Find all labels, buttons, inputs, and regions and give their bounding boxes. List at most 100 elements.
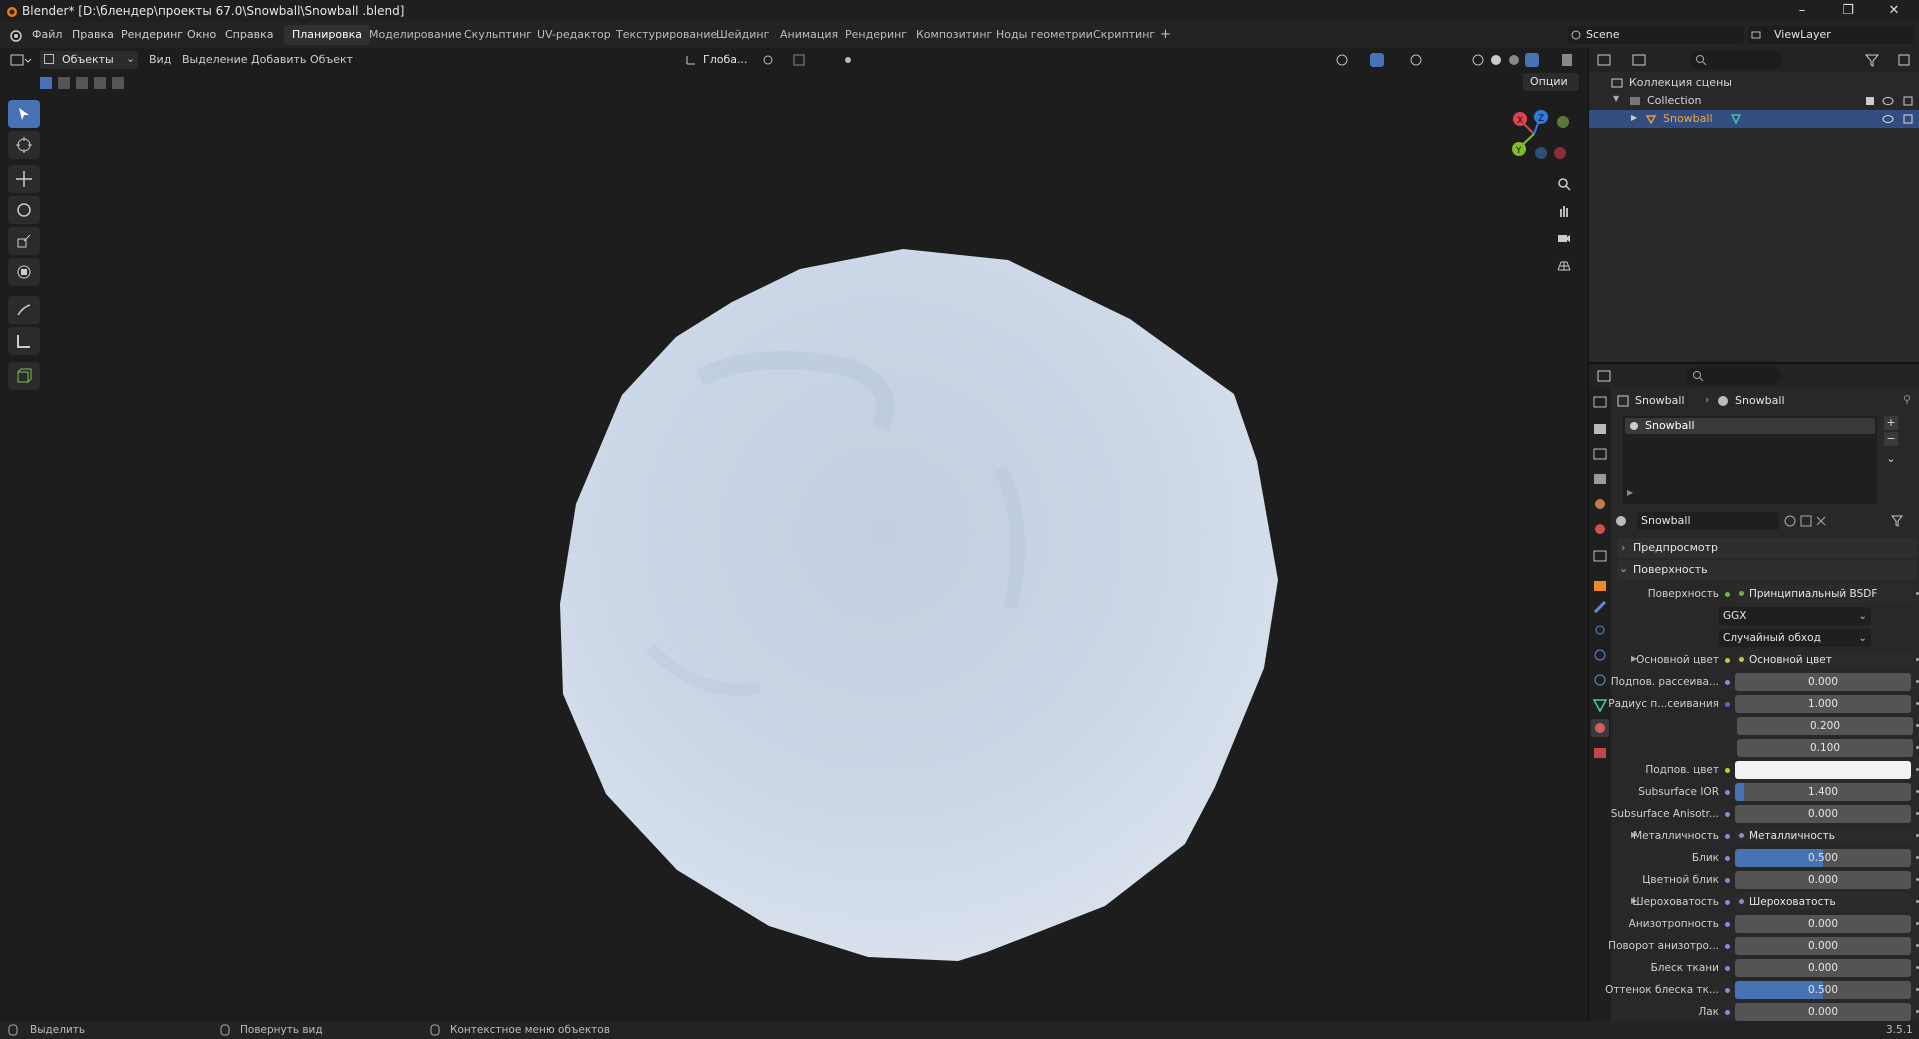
property-number-field[interactable]: 0.500 [1735,849,1911,867]
property-link-field[interactable]: Основной цвет [1735,651,1911,669]
menu-add[interactable]: Добавить [251,51,306,69]
snowball-object[interactable] [0,48,1588,1021]
tab-geometry-nodes[interactable]: Ноды геометрии [988,25,1101,45]
options-dropdown[interactable]: Опции [1523,73,1579,91]
property-number-field[interactable]: 0.000 [1735,1003,1911,1021]
visibility-icons[interactable] [1882,113,1914,125]
remove-slot-button[interactable]: − [1884,432,1898,446]
chevron-down-icon[interactable]: ⌄ [1884,452,1898,466]
section-preview[interactable]: › Предпросмотр [1617,538,1917,558]
socket-icon[interactable] [1725,812,1730,817]
tab-rendering[interactable]: Рендеринг [837,25,915,45]
outliner-row-scene[interactable]: Коллекция сцены [1589,74,1919,92]
properties-search-input[interactable] [1686,367,1782,385]
editor-type-icon[interactable] [10,53,32,67]
socket-icon[interactable] [1725,658,1730,663]
view-layer-selector[interactable]: ViewLayer [1748,26,1914,44]
properties-type-icon[interactable] [1597,369,1619,383]
menu-file[interactable]: Файл [32,22,62,48]
socket-icon[interactable] [1725,988,1730,993]
outliner-row-collection[interactable]: ▼ Collection [1589,92,1919,110]
property-number-field[interactable]: 0.000 [1735,871,1911,889]
3d-viewport[interactable] [0,48,1588,1021]
mode-selector[interactable]: Объекты ⌄ [40,51,138,69]
section-surface[interactable]: ⌄ Поверхность [1617,560,1917,580]
add-slot-button[interactable]: + [1884,416,1898,430]
grid-perspective-icon[interactable] [1552,253,1576,277]
property-number-field[interactable]: 0.000 [1735,959,1911,977]
outliner-type-icon[interactable] [1597,53,1651,67]
transform-tool[interactable] [8,258,40,286]
socket-icon[interactable] [1725,878,1730,883]
property-number-field[interactable]: 0.000 [1735,937,1911,955]
tab-sculpting[interactable]: Скульптинг [456,25,540,45]
socket-icon[interactable] [1725,680,1730,685]
property-dropdown[interactable]: Случайный обход ⌄ [1719,629,1871,647]
property-number-field[interactable]: 0.500 [1735,981,1911,999]
expand-arrow-icon[interactable]: ▶ [1631,113,1637,122]
move-tool[interactable] [8,165,40,193]
socket-icon[interactable] [1725,702,1730,707]
menu-help[interactable]: Справка [225,22,273,48]
output-tab-icon[interactable] [1593,448,1607,460]
material-name-field[interactable]: Snowball [1637,512,1779,530]
viewport-overlay-icons[interactable] [1334,52,1574,68]
color-swatch[interactable] [1735,761,1911,779]
blender-menu-icon[interactable] [8,28,23,42]
expand-arrow-icon[interactable]: ▼ [1613,94,1619,103]
render-tab-icon[interactable] [1594,424,1606,434]
menu-view[interactable]: Вид [149,51,171,69]
world-tab-icon[interactable] [1595,524,1605,534]
socket-icon[interactable] [1725,768,1730,773]
view-layer-tab-icon[interactable] [1594,474,1606,484]
socket-icon[interactable] [1725,856,1730,861]
pin-icon[interactable]: ⚲ [1903,393,1911,406]
property-number-field[interactable]: 0.000 [1735,915,1911,933]
outliner-row-snowball[interactable]: ▶ Snowball [1589,110,1919,128]
property-number-field[interactable]: 0.100 [1737,739,1913,757]
menu-render[interactable]: Рендеринг [121,22,183,48]
property-number-field[interactable]: 1.400 [1735,783,1911,801]
socket-icon[interactable] [1725,1010,1730,1015]
property-dropdown[interactable]: GGX ⌄ [1719,607,1871,625]
expand-arrow-icon[interactable]: ▶ [1627,488,1633,497]
property-number-field[interactable]: 0.000 [1735,673,1911,691]
collection-tab-icon[interactable] [1593,550,1607,562]
material-slot-list[interactable]: Snowball ▶ [1623,416,1877,504]
socket-icon[interactable] [1725,966,1730,971]
menu-edit[interactable]: Правка [72,22,114,48]
rotate-tool[interactable] [8,196,40,224]
tab-shading[interactable]: Шейдинг [708,25,777,45]
property-link-field[interactable]: Принципиальный BSDF [1735,585,1911,603]
socket-icon[interactable] [1725,944,1730,949]
tab-animation[interactable]: Анимация [772,25,846,45]
add-workspace-button[interactable]: + [1152,25,1179,45]
socket-icon[interactable] [1725,834,1730,839]
measure-tool[interactable] [8,327,40,355]
navigation-gizmo[interactable]: X Z Y [1508,106,1572,164]
maximize-button[interactable]: ❐ [1825,0,1871,22]
menu-select[interactable]: Выделение [182,51,248,69]
annotate-tool[interactable] [8,296,40,324]
socket-icon[interactable] [1725,922,1730,927]
property-number-field[interactable]: 0.200 [1737,717,1913,735]
pivot-snap-icons[interactable] [760,53,870,67]
material-browse-icon[interactable] [1615,515,1635,527]
tab-modeling[interactable]: Моделирование [361,25,470,45]
menu-object[interactable]: Объект [310,51,353,69]
tab-uv-editor[interactable]: UV-редактор [529,25,619,45]
transform-orientation[interactable]: Глоба... [683,51,753,69]
material-slot-item[interactable]: Snowball [1625,418,1875,434]
select-box-tool[interactable] [8,100,40,128]
cursor-tool[interactable] [8,131,40,159]
tab-layout[interactable]: Планировка [284,25,370,45]
tool-tab-icon[interactable] [1593,396,1607,408]
socket-icon[interactable] [1725,592,1730,597]
zoom-icon[interactable] [1552,172,1576,196]
visibility-icons[interactable] [1864,95,1914,107]
minimize-button[interactable]: – [1779,0,1825,22]
filter-icon[interactable] [1865,53,1913,67]
pan-hand-icon[interactable] [1552,199,1576,223]
add-cube-tool[interactable] [8,362,40,390]
scene-tab-icon[interactable] [1595,499,1605,509]
